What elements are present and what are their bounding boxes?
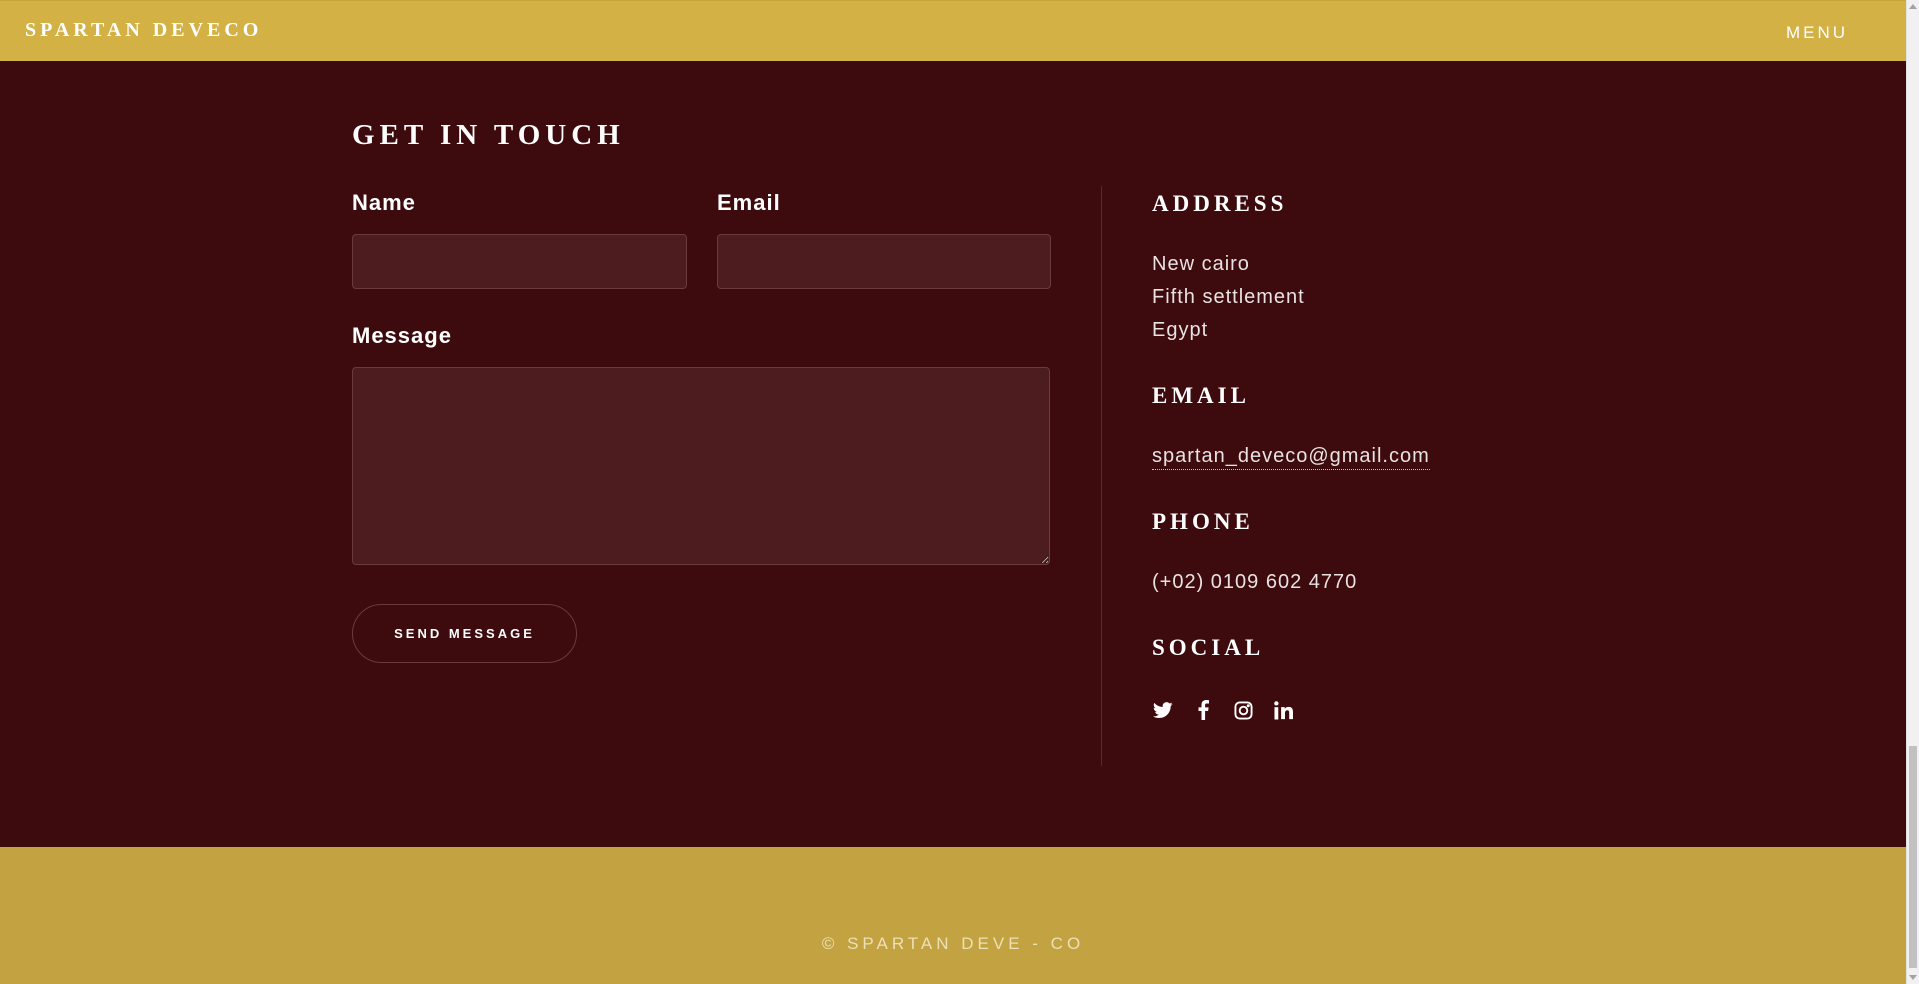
address-line: New cairo bbox=[1152, 253, 1250, 275]
message-label: Message bbox=[352, 323, 452, 348]
address-heading: ADDRESS bbox=[1152, 191, 1288, 216]
facebook-icon[interactable] bbox=[1192, 699, 1214, 721]
contact-section: GET IN TOUCH Name Email Message SEND MES… bbox=[0, 61, 1906, 847]
footer: © SPARTAN DEVE - CO bbox=[0, 847, 1906, 984]
section-title: GET IN TOUCH bbox=[352, 119, 625, 151]
column-divider bbox=[1101, 186, 1102, 766]
message-textarea[interactable] bbox=[352, 367, 1050, 565]
page: SPARTAN DEVECO MENU GET IN TOUCH Name Em… bbox=[0, 0, 1919, 984]
name-label: Name bbox=[352, 190, 416, 215]
name-input[interactable] bbox=[352, 234, 687, 289]
scroll-thumb[interactable] bbox=[1909, 746, 1917, 968]
email-input[interactable] bbox=[717, 234, 1051, 289]
phone-heading: PHONE bbox=[1152, 509, 1254, 534]
email-label: Email bbox=[717, 190, 781, 215]
phone-number: (+02) 0109 602 4770 bbox=[1152, 571, 1358, 593]
address-line: Fifth settlement bbox=[1152, 286, 1305, 308]
send-message-button[interactable]: SEND MESSAGE bbox=[352, 604, 577, 663]
social-links bbox=[1152, 698, 1294, 722]
top-navbar: SPARTAN DEVECO MENU bbox=[0, 0, 1906, 61]
scroll-down-arrow-icon[interactable] bbox=[1909, 975, 1917, 980]
copyright-text: © SPARTAN DEVE - CO bbox=[821, 934, 1085, 953]
vertical-scrollbar[interactable] bbox=[1906, 0, 1919, 984]
scroll-up-arrow-icon[interactable] bbox=[1909, 4, 1917, 9]
instagram-icon[interactable] bbox=[1232, 699, 1254, 721]
brand-logo-text[interactable]: SPARTAN DEVECO bbox=[25, 19, 262, 42]
twitter-icon[interactable] bbox=[1152, 699, 1174, 721]
menu-button[interactable]: MENU bbox=[1786, 23, 1848, 43]
email-heading: EMAIL bbox=[1152, 383, 1250, 408]
linkedin-icon[interactable] bbox=[1272, 699, 1294, 721]
email-link[interactable]: spartan_deveco@gmail.com bbox=[1152, 445, 1430, 470]
social-heading: SOCIAL bbox=[1152, 635, 1265, 660]
address-line: Egypt bbox=[1152, 319, 1209, 341]
